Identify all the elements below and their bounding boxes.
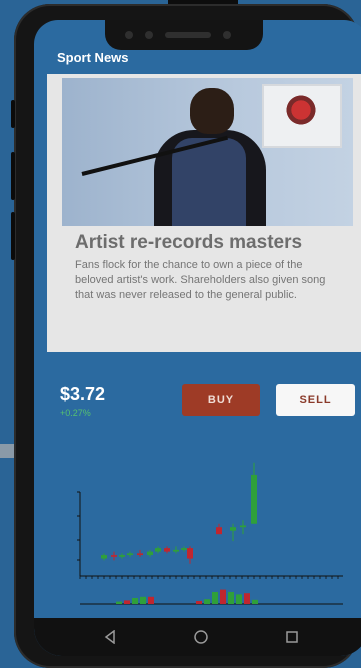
volume-bar xyxy=(228,592,234,604)
image-singer-jacket xyxy=(172,138,246,226)
phone-volume-down-button xyxy=(11,212,15,260)
candle-body xyxy=(187,548,193,559)
phone-frame: Sport News Artist re-records masters Fan… xyxy=(11,4,361,668)
news-card[interactable]: Artist re-records masters Fans flock for… xyxy=(47,74,361,352)
stock-price: $3.72 xyxy=(60,384,106,404)
candle-body xyxy=(137,553,143,556)
price-change: +0.27% xyxy=(60,408,91,418)
phone-volume-up-button xyxy=(11,152,15,200)
candle-body xyxy=(164,548,170,552)
volume-bar xyxy=(244,593,250,604)
candle-body xyxy=(230,527,236,531)
news-image xyxy=(62,78,353,226)
image-painting xyxy=(278,92,324,132)
news-body: Fans flock for the chance to own a piece… xyxy=(75,259,326,301)
android-nav-bar xyxy=(34,618,361,656)
candlestick-chart[interactable] xyxy=(47,444,361,624)
app-title: Sport News xyxy=(57,50,129,65)
volume-bar xyxy=(140,596,146,604)
candle-body xyxy=(173,549,179,552)
candle-body xyxy=(119,555,125,557)
volume-bar xyxy=(204,599,210,604)
nav-home-button[interactable] xyxy=(181,622,221,652)
front-camera-dot xyxy=(145,31,153,39)
volume-bar xyxy=(124,600,130,604)
volume-bar xyxy=(220,589,226,604)
back-triangle-icon xyxy=(104,630,115,644)
volume-bar xyxy=(236,594,242,604)
home-circle-icon xyxy=(194,630,208,644)
candle-body xyxy=(147,551,153,556)
notch-sensor-dot xyxy=(125,31,133,39)
candle-body xyxy=(251,474,257,524)
candle-body xyxy=(181,548,187,550)
volume-bar xyxy=(212,592,218,604)
candle-body xyxy=(240,525,246,528)
nav-back-button[interactable] xyxy=(90,622,130,652)
recents-square-icon xyxy=(286,631,299,643)
volume-bar xyxy=(252,599,258,604)
candle-body xyxy=(216,527,222,535)
buy-button[interactable]: BUY xyxy=(182,384,260,416)
notch-sensor-dot xyxy=(223,31,231,39)
candle-body xyxy=(127,553,133,556)
phone-screen: Sport News Artist re-records masters Fan… xyxy=(34,20,361,656)
volume-bar xyxy=(116,601,122,604)
volume-bar xyxy=(148,596,154,604)
phone-notch xyxy=(105,20,263,50)
image-singer-head xyxy=(190,88,234,134)
nav-recents-button[interactable] xyxy=(272,622,312,652)
trade-panel: $3.72 +0.27% BUY SELL xyxy=(47,352,361,656)
sell-button[interactable]: SELL xyxy=(276,384,355,416)
volume-bar xyxy=(132,598,138,604)
news-headline[interactable]: Artist re-records masters xyxy=(75,232,302,254)
candle-body xyxy=(101,555,107,559)
candle-body xyxy=(111,555,117,557)
phone-side-button xyxy=(11,100,15,128)
candle-body xyxy=(155,548,161,552)
earpiece-speaker xyxy=(165,32,211,38)
volume-bar xyxy=(196,601,202,604)
